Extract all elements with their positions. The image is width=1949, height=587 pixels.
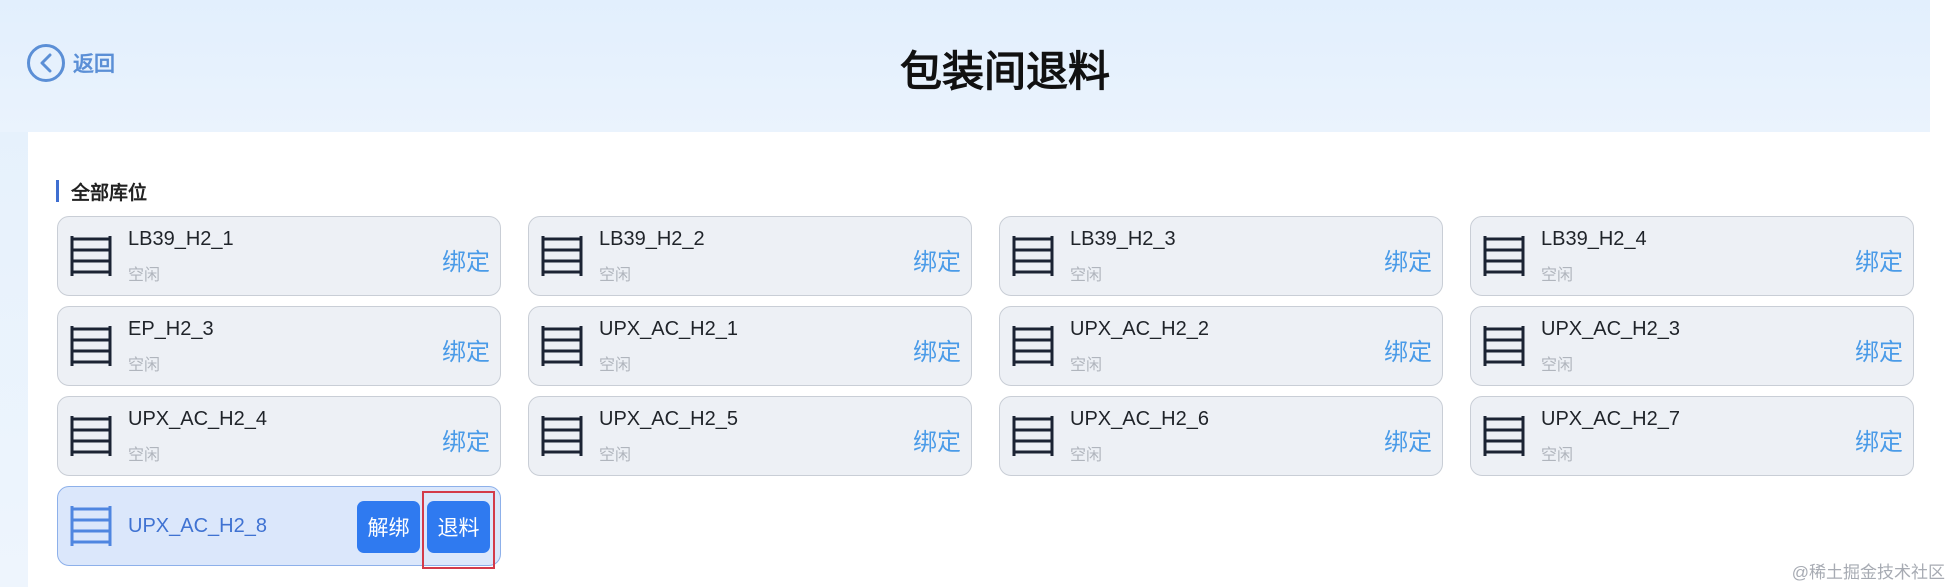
location-card[interactable]: LB39_H2_2 空闲 绑定 <box>528 216 972 296</box>
page-title: 包装间退料 <box>899 48 1110 95</box>
location-card[interactable]: UPX_AC_H2_1 空闲 绑定 <box>528 306 972 386</box>
location-name: UPX_AC_H2_8 <box>128 515 267 537</box>
location-name: LB39_H2_3 <box>1070 228 1176 250</box>
location-card[interactable]: UPX_AC_H2_6 空闲 绑定 <box>999 396 1443 476</box>
location-name: EP_H2_3 <box>128 318 214 340</box>
location-name: UPX_AC_H2_7 <box>1541 408 1680 430</box>
rack-icon <box>1010 235 1056 282</box>
section-marker <box>56 180 59 202</box>
bind-button[interactable]: 绑定 <box>1384 422 1432 457</box>
location-card-active[interactable]: UPX_AC_H2_8 解绑 退料 <box>57 486 501 566</box>
unbind-button[interactable]: 解绑 <box>357 501 420 553</box>
location-status: 空闲 <box>128 447 161 464</box>
location-status: 空闲 <box>1070 447 1103 464</box>
location-name: LB39_H2_1 <box>128 228 234 250</box>
location-status: 空闲 <box>599 357 632 374</box>
bind-button[interactable]: 绑定 <box>913 332 961 367</box>
header-bar: 返回 包装间退料 <box>0 0 1930 132</box>
location-status: 空闲 <box>1070 267 1103 284</box>
rack-icon <box>1010 325 1056 372</box>
watermark: @稀土掘金技术社区 <box>1791 563 1945 582</box>
rack-icon <box>539 415 585 462</box>
location-status: 空闲 <box>599 447 632 464</box>
location-card[interactable]: LB39_H2_1 空闲 绑定 <box>57 216 501 296</box>
location-status: 空闲 <box>1541 447 1574 464</box>
location-name: LB39_H2_2 <box>599 228 705 250</box>
rack-icon <box>1481 325 1527 372</box>
rack-icon <box>539 235 585 282</box>
location-status: 空闲 <box>1541 357 1574 374</box>
bind-button[interactable]: 绑定 <box>1384 332 1432 367</box>
bind-button[interactable]: 绑定 <box>1855 332 1903 367</box>
location-status: 空闲 <box>128 357 161 374</box>
rack-icon <box>539 325 585 372</box>
bind-button[interactable]: 绑定 <box>1855 422 1903 457</box>
location-status: 空闲 <box>1070 357 1103 374</box>
rack-icon <box>68 415 114 462</box>
location-card[interactable]: UPX_AC_H2_2 空闲 绑定 <box>999 306 1443 386</box>
location-name: UPX_AC_H2_1 <box>599 318 738 340</box>
location-card[interactable]: LB39_H2_3 空闲 绑定 <box>999 216 1443 296</box>
bind-button[interactable]: 绑定 <box>1855 242 1903 277</box>
bind-button[interactable]: 绑定 <box>913 242 961 277</box>
location-name: UPX_AC_H2_5 <box>599 408 738 430</box>
section-header: 全部库位 <box>56 179 148 204</box>
rack-icon <box>1481 235 1527 282</box>
rack-icon <box>68 235 114 282</box>
rack-icon <box>1010 415 1056 462</box>
location-name: UPX_AC_H2_4 <box>128 408 267 430</box>
rack-icon <box>68 505 114 552</box>
location-status: 空闲 <box>128 267 161 284</box>
location-name: UPX_AC_H2_2 <box>1070 318 1209 340</box>
location-status: 空闲 <box>1541 267 1574 284</box>
location-name: LB39_H2_4 <box>1541 228 1647 250</box>
location-card[interactable]: EP_H2_3 空闲 绑定 <box>57 306 501 386</box>
return-material-button[interactable]: 退料 <box>427 501 490 553</box>
bind-button[interactable]: 绑定 <box>913 422 961 457</box>
bind-button[interactable]: 绑定 <box>442 422 490 457</box>
location-name: UPX_AC_H2_6 <box>1070 408 1209 430</box>
bind-button[interactable]: 绑定 <box>1384 242 1432 277</box>
location-card[interactable]: UPX_AC_H2_5 空闲 绑定 <box>528 396 972 476</box>
location-name: UPX_AC_H2_3 <box>1541 318 1680 340</box>
section-title: 全部库位 <box>71 182 148 204</box>
location-card[interactable]: LB39_H2_4 空闲 绑定 <box>1470 216 1914 296</box>
location-status: 空闲 <box>599 267 632 284</box>
location-card[interactable]: UPX_AC_H2_3 空闲 绑定 <box>1470 306 1914 386</box>
location-card[interactable]: UPX_AC_H2_7 空闲 绑定 <box>1470 396 1914 476</box>
rack-icon <box>68 325 114 372</box>
bind-button[interactable]: 绑定 <box>442 332 490 367</box>
location-card[interactable]: UPX_AC_H2_4 空闲 绑定 <box>57 396 501 476</box>
bind-button[interactable]: 绑定 <box>442 242 490 277</box>
rack-icon <box>1481 415 1527 462</box>
